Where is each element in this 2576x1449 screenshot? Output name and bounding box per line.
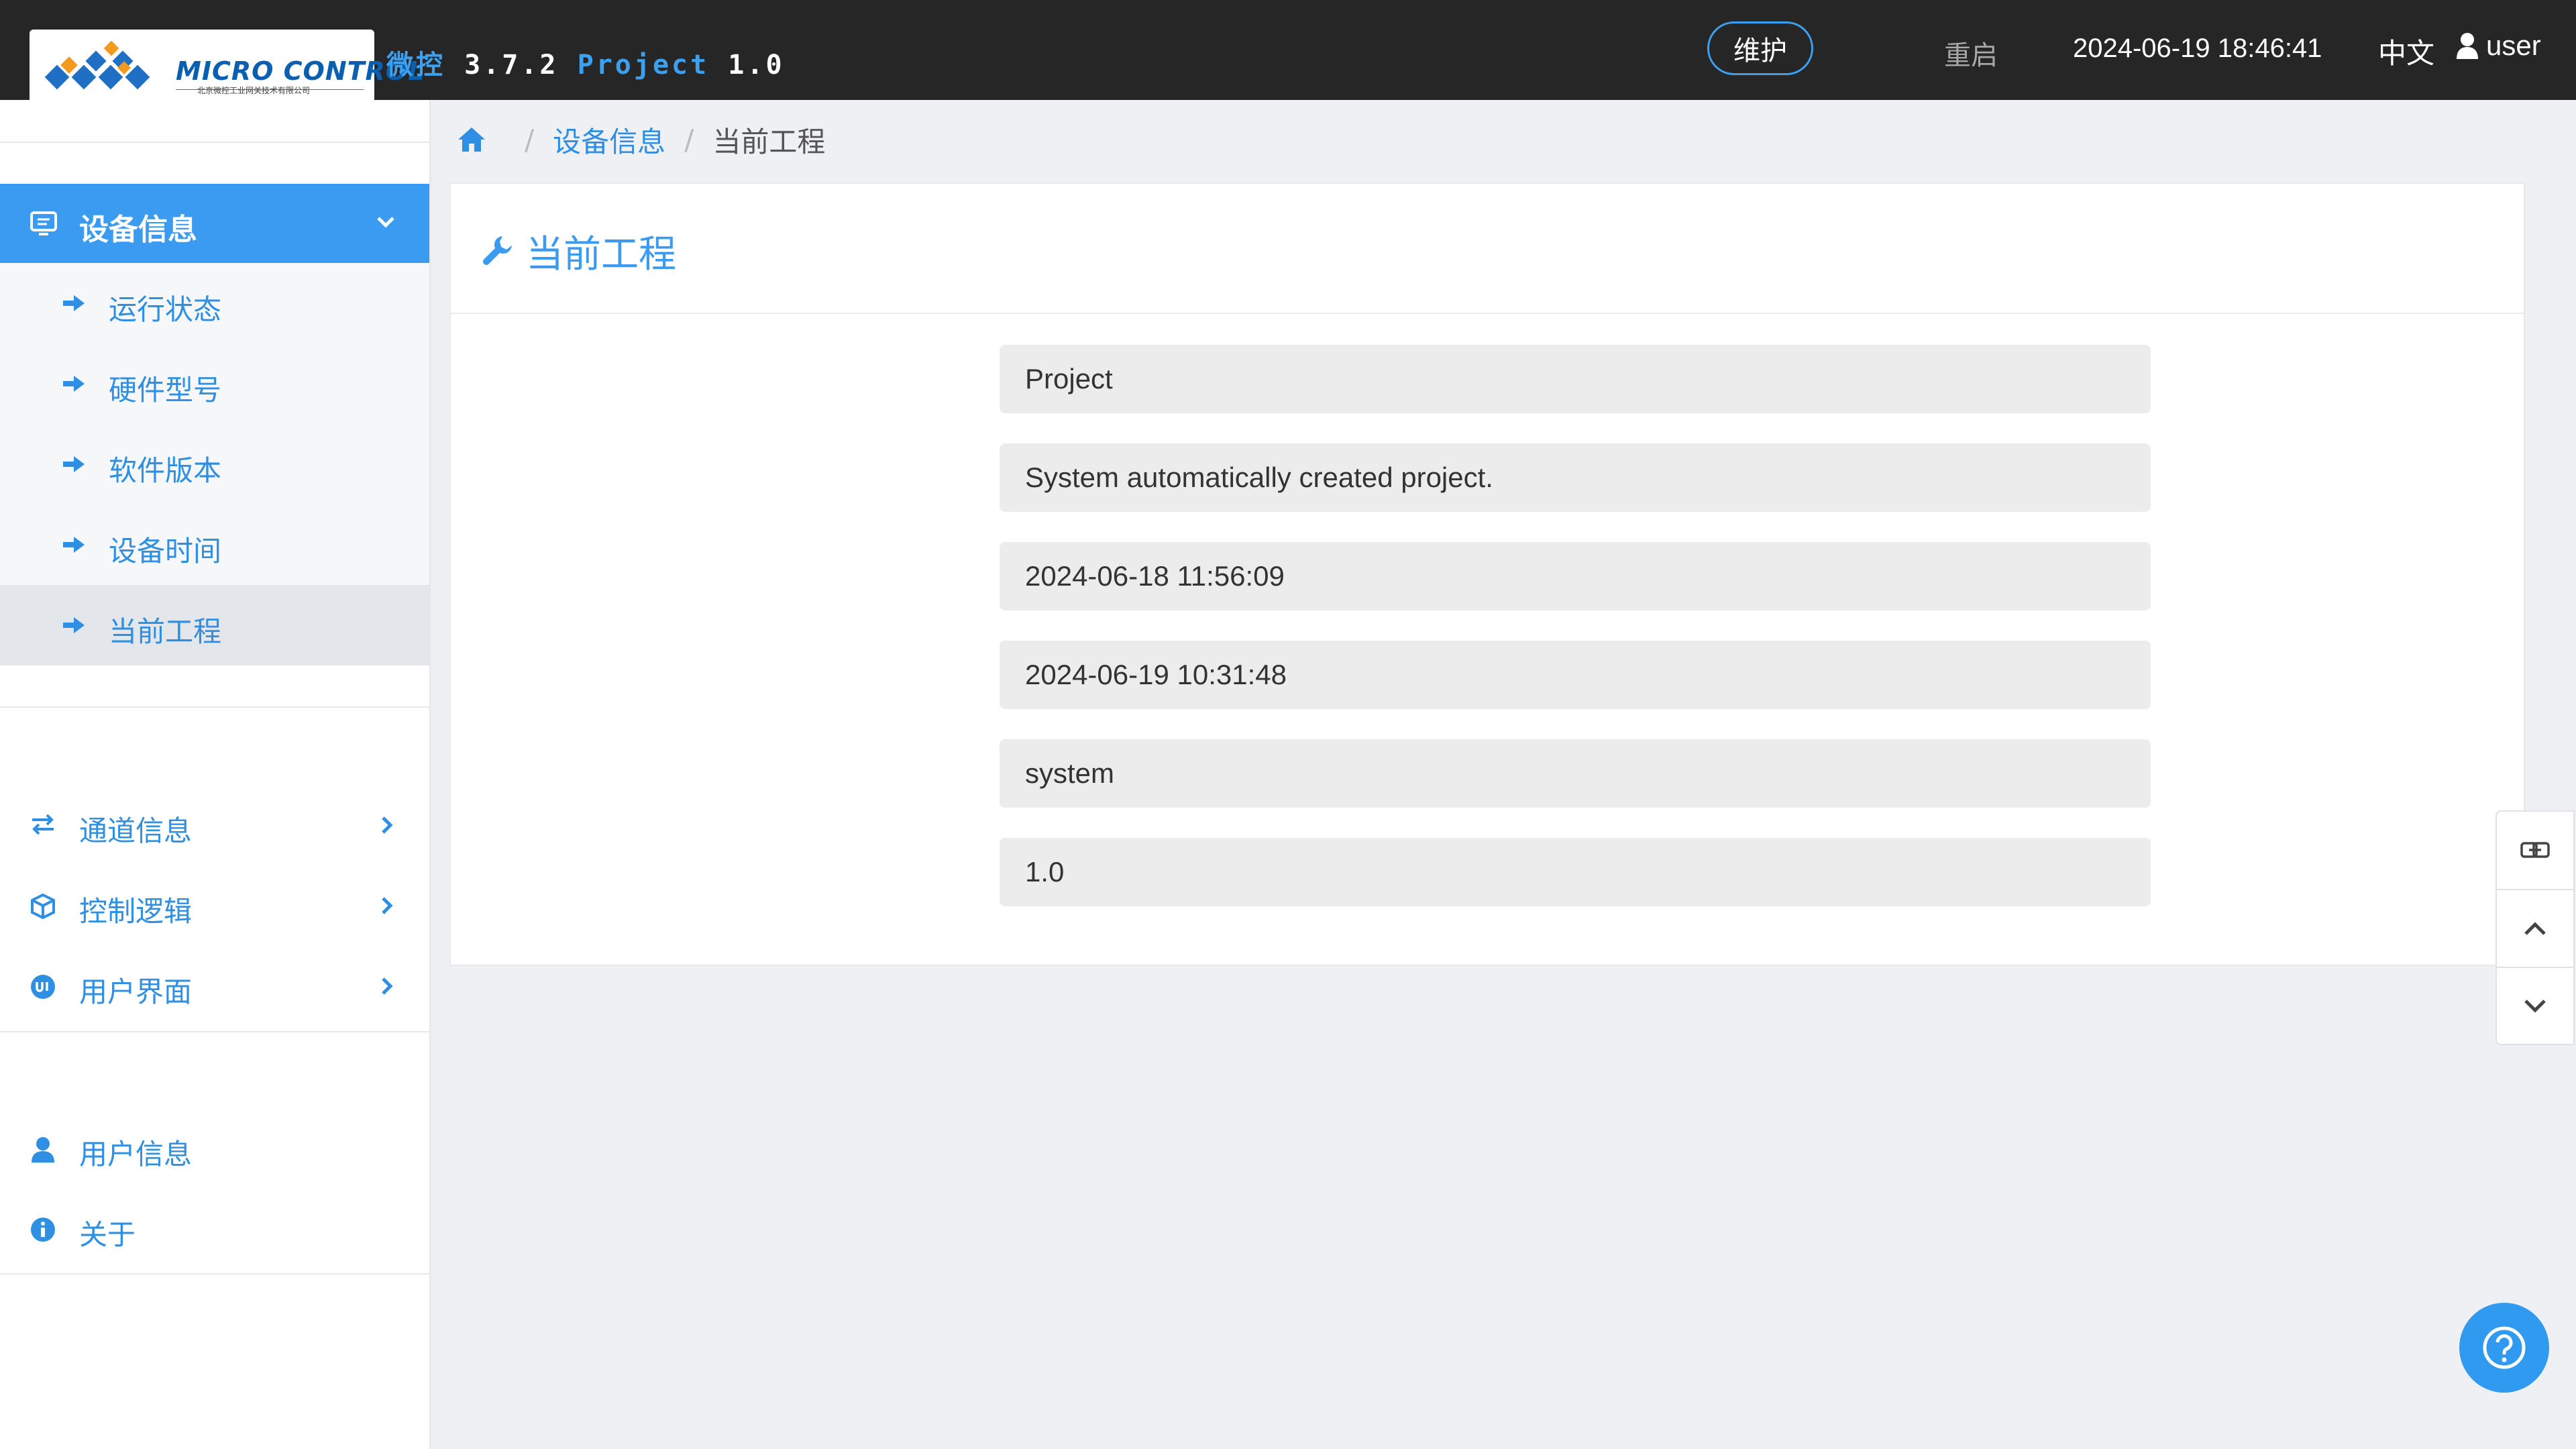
chevron-right-icon: [382, 897, 393, 914]
app-version: 3.7.2: [464, 50, 559, 80]
author-field[interactable]: system: [1000, 739, 2151, 808]
home-icon[interactable]: [456, 125, 487, 154]
info-icon: [31, 1218, 55, 1242]
wrench-icon: [483, 236, 512, 265]
sidebar-divider: [0, 1273, 429, 1275]
username: user: [2486, 30, 2541, 61]
arrow-right-icon: [63, 376, 85, 392]
modified-date-field[interactable]: 2024-06-19 10:31:48: [1000, 641, 2151, 709]
logo[interactable]: MICRO CONTROL 北京微控工业网关技术有限公司: [30, 30, 424, 100]
logo-mark-icon: [44, 40, 150, 90]
exchange-icon: [32, 814, 54, 835]
arrow-right-icon: [63, 537, 85, 553]
sidebar-item-user-info[interactable]: 用户信息: [0, 1112, 429, 1185]
panel-title: 当前工程: [526, 233, 676, 276]
user-icon: [32, 1137, 54, 1163]
language-switch[interactable]: 中文: [2378, 31, 2434, 72]
sidebar-item-label: 用户界面: [79, 975, 193, 1008]
sidebar-subitem-run-status[interactable]: 运行状态: [0, 263, 429, 343]
chevron-down-icon: [2524, 1000, 2546, 1013]
sidebar-subitem-label: 设备时间: [109, 535, 222, 568]
chevron-up-icon: [2524, 922, 2546, 935]
project-description-field[interactable]: System automatically created project.: [1000, 443, 2151, 512]
question-icon: [2483, 1326, 2526, 1369]
sidebar-subitem-label: 软件版本: [109, 454, 222, 487]
app-title: 微控 3.7.2 Project 1.0: [386, 43, 785, 82]
sidebar: 设备信息 运行状态 硬件型号 软件版本 设备时间 当前工程 通道信息 控制逻辑 …: [0, 100, 431, 1449]
project-label: Project: [577, 50, 710, 80]
sidebar-subitem-hardware-model[interactable]: 硬件型号: [0, 343, 429, 424]
project-panel: 当前工程 工程名称 Project 工程说明 System automatica…: [449, 182, 2525, 966]
scroll-down-button[interactable]: [2497, 968, 2573, 1044]
chevron-right-icon: [382, 977, 393, 995]
version-field[interactable]: 1.0: [1000, 838, 2151, 906]
arrow-right-icon: [63, 456, 85, 472]
top-bar: MICRO CONTROL 北京微控工业网关技术有限公司 微控 3.7.2 Pr…: [0, 0, 2576, 100]
sidebar-subitem-label: 当前工程: [109, 615, 222, 648]
app-name: 微控: [386, 50, 445, 80]
sidebar-item-label: 设备信息: [79, 213, 197, 247]
link-icon: [2520, 842, 2550, 858]
sidebar-subitem-label: 运行状态: [109, 293, 222, 326]
sidebar-divider: [0, 1031, 429, 1032]
breadcrumb-current: 当前工程: [712, 125, 826, 158]
user-icon: [2457, 33, 2478, 59]
sidebar-divider: [0, 142, 429, 143]
floating-toolbar: [2496, 810, 2575, 1045]
sidebar-divider: [0, 706, 429, 708]
chevron-down-icon: [377, 217, 394, 228]
sidebar-item-about[interactable]: 关于: [0, 1192, 429, 1266]
sidebar-item-label: 通道信息: [79, 814, 193, 847]
maintenance-button[interactable]: 维护: [1707, 21, 1813, 75]
breadcrumb-separator: /: [684, 123, 694, 156]
link-button[interactable]: [2497, 812, 2573, 888]
sidebar-item-label: 控制逻辑: [79, 895, 193, 928]
sidebar-subitem-current-project[interactable]: 当前工程: [0, 585, 429, 665]
system-clock: 2024-06-19 18:46:41: [2073, 34, 2322, 63]
sidebar-subitem-label: 硬件型号: [109, 374, 222, 407]
chevron-right-icon: [382, 816, 393, 834]
scroll-up-button[interactable]: [2497, 890, 2573, 967]
created-date-field[interactable]: 2024-06-18 11:56:09: [1000, 542, 2151, 610]
ui-icon: [31, 975, 55, 999]
restart-button[interactable]: 重启: [1944, 34, 1998, 72]
sidebar-item-label: 关于: [79, 1218, 136, 1251]
panel-header: 当前工程: [451, 184, 2524, 314]
sidebar-subitem-device-time[interactable]: 设备时间: [0, 504, 429, 585]
arrow-right-icon: [63, 295, 85, 311]
sidebar-item-channel-info[interactable]: 通道信息: [0, 788, 429, 862]
sidebar-subitem-software-version[interactable]: 软件版本: [0, 424, 429, 504]
logo-subtitle: 北京微控工业网关技术有限公司: [197, 86, 311, 95]
breadcrumb: / 设备信息 / 当前工程: [456, 119, 825, 160]
monitor-icon: [30, 211, 57, 235]
sidebar-item-label: 用户信息: [79, 1138, 193, 1171]
breadcrumb-link-device-info[interactable]: 设备信息: [553, 119, 665, 160]
user-menu[interactable]: user: [2455, 30, 2541, 62]
sidebar-item-device-info[interactable]: 设备信息: [0, 184, 429, 263]
help-button[interactable]: [2459, 1303, 2549, 1393]
arrow-right-icon: [63, 617, 85, 633]
project-name-field[interactable]: Project: [1000, 345, 2151, 413]
breadcrumb-separator: /: [525, 123, 535, 156]
cube-icon: [31, 893, 55, 920]
sidebar-item-control-logic[interactable]: 控制逻辑: [0, 869, 429, 943]
project-version: 1.0: [728, 50, 785, 80]
sidebar-item-user-interface[interactable]: 用户界面: [0, 949, 429, 1023]
